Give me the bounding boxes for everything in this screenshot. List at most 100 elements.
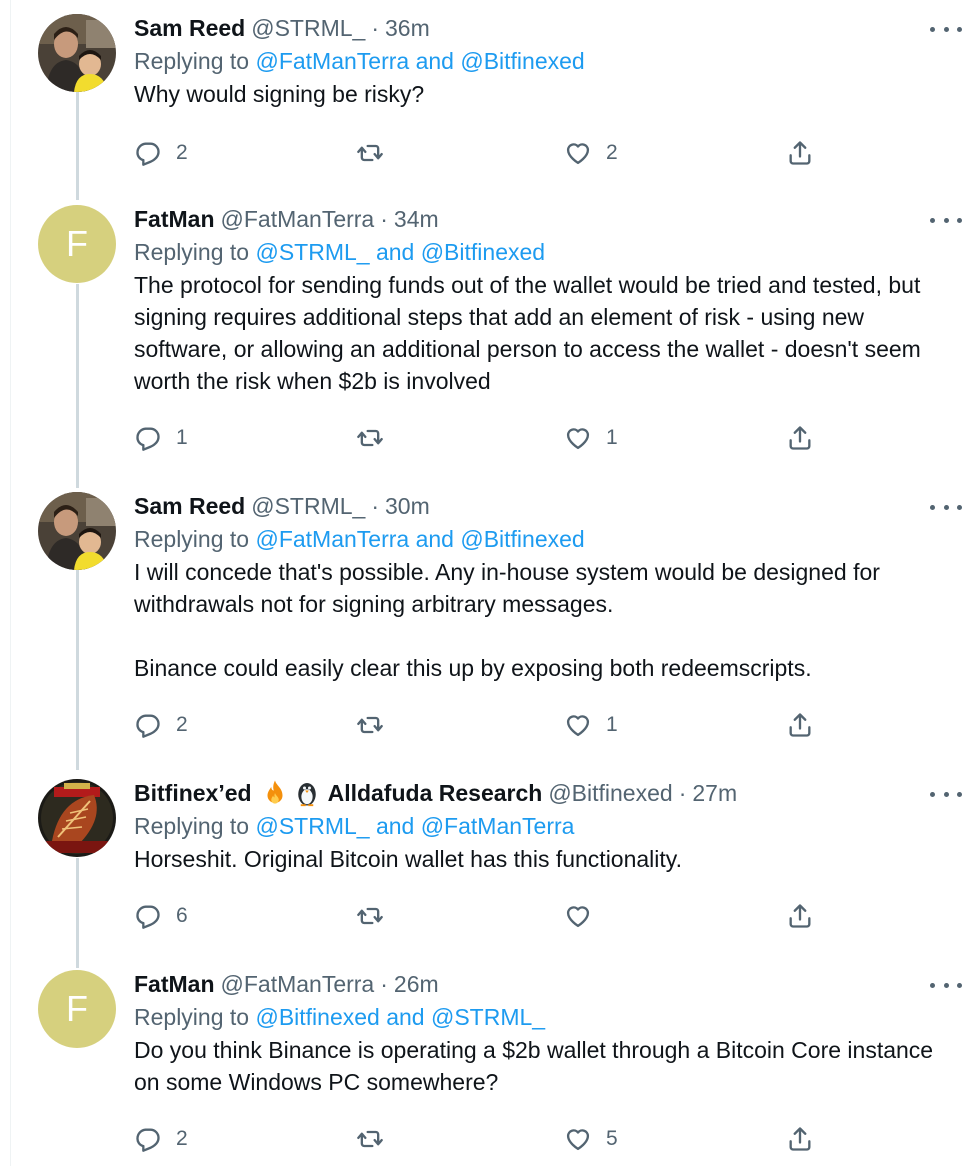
more-icon[interactable]: [930, 789, 962, 799]
share-button[interactable]: [786, 709, 814, 741]
retweet-button[interactable]: [356, 137, 398, 169]
avatar-initial: F: [38, 205, 116, 283]
reply-icon: [136, 905, 160, 929]
reply-icon: [136, 1128, 160, 1152]
replying-to-label: Replying to: [134, 48, 256, 74]
avatar[interactable]: [38, 492, 116, 570]
author-name-suffix[interactable]: Alldafuda Research: [328, 780, 543, 807]
timestamp[interactable]: 34m: [394, 206, 439, 233]
thread-line: [76, 570, 79, 770]
retweet-button[interactable]: [356, 709, 398, 741]
author-name[interactable]: Sam Reed: [134, 15, 245, 42]
like-count: 1: [606, 713, 618, 736]
separator-dot: ·: [380, 970, 388, 997]
retweet-button[interactable]: [356, 422, 398, 454]
avatar[interactable]: F: [38, 205, 116, 283]
timestamp[interactable]: 30m: [385, 493, 430, 520]
replying-to: Replying to @STRML_ and @Bitfinexed: [134, 235, 954, 269]
reply-button[interactable]: 2: [134, 1123, 188, 1155]
avatar[interactable]: [38, 779, 116, 857]
replying-to: Replying to @STRML_ and @FatManTerra: [134, 809, 954, 843]
tweet-text: Do you think Binance is operating a $2b …: [134, 1034, 954, 1098]
share-icon: [789, 426, 811, 450]
retweet-button[interactable]: [356, 1123, 398, 1155]
replying-to-label: Replying to: [134, 1004, 256, 1030]
svg-text:F: F: [66, 988, 88, 1029]
tweet-actions: 2 5: [134, 1123, 834, 1155]
share-icon: [789, 141, 811, 165]
more-icon[interactable]: [930, 215, 962, 225]
more-icon[interactable]: [930, 502, 962, 512]
tweet-text: Why would signing be risky?: [134, 78, 954, 110]
replying-to-links[interactable]: @FatManTerra and @Bitfinexed: [255, 48, 584, 74]
svg-text:F: F: [66, 223, 88, 264]
separator-dot: ·: [380, 205, 388, 232]
heart-icon: [566, 1129, 590, 1151]
tweet-paragraph: Why would signing be risky?: [134, 81, 425, 107]
more-icon[interactable]: [930, 24, 962, 34]
timestamp[interactable]: 36m: [385, 15, 430, 42]
replying-to-links[interactable]: @STRML_ and @FatManTerra: [255, 813, 574, 839]
like-count: 2: [606, 141, 618, 164]
like-button[interactable]: 1: [564, 422, 618, 454]
author-handle[interactable]: @FatManTerra: [221, 971, 375, 998]
tweet-text: Horseshit. Original Bitcoin wallet has t…: [134, 843, 954, 875]
author-handle[interactable]: @Bitfinexed: [548, 780, 672, 807]
replying-to-label: Replying to: [134, 813, 256, 839]
share-button[interactable]: [786, 422, 814, 454]
more-icon[interactable]: [930, 980, 962, 990]
replying-to-links[interactable]: @Bitfinexed and @STRML_: [255, 1004, 545, 1030]
like-button[interactable]: 2: [564, 137, 618, 169]
tweet-paragraph: Do you think Binance is operating a $2b …: [134, 1037, 934, 1095]
retweet-icon: [357, 144, 383, 162]
timestamp[interactable]: 26m: [394, 971, 439, 998]
author-name[interactable]: Sam Reed: [134, 493, 245, 520]
tweet-actions: 6: [134, 900, 834, 932]
timestamp[interactable]: 27m: [692, 780, 737, 807]
like-button[interactable]: 5: [564, 1123, 618, 1155]
thread-line: [76, 92, 79, 200]
thread-line: [76, 284, 79, 488]
tweet-paragraph: Binance could easily clear this up by ex…: [134, 655, 812, 681]
avatar-photo: [38, 492, 116, 570]
avatar-initial: F: [38, 970, 116, 1048]
reply-button[interactable]: 6: [134, 900, 188, 932]
reply-icon: [136, 142, 160, 166]
like-button[interactable]: [564, 900, 606, 932]
author-handle[interactable]: @STRML_: [251, 493, 365, 520]
replying-to-label: Replying to: [134, 526, 256, 552]
retweet-icon: [357, 907, 383, 925]
share-button[interactable]: [786, 1123, 814, 1155]
author-handle[interactable]: @STRML_: [251, 15, 365, 42]
thread-line: [76, 858, 79, 968]
reply-button[interactable]: 2: [134, 137, 188, 169]
author-name[interactable]: FatMan: [134, 971, 215, 998]
tweet-paragraph: I will concede that's possible. Any in-h…: [134, 559, 880, 617]
reply-button[interactable]: 1: [134, 422, 188, 454]
like-button[interactable]: 1: [564, 709, 618, 741]
replying-to-links[interactable]: @STRML_ and @Bitfinexed: [255, 239, 545, 265]
reply-button[interactable]: 2: [134, 709, 188, 741]
tweet-actions: 2 1: [134, 709, 834, 741]
share-icon: [789, 1127, 811, 1151]
share-icon: [789, 904, 811, 928]
retweet-button[interactable]: [356, 900, 398, 932]
heart-icon: [566, 143, 590, 165]
share-icon: [789, 713, 811, 737]
reply-icon: [136, 714, 160, 738]
author-name[interactable]: FatMan: [134, 206, 215, 233]
penguin-emoji-icon: [292, 778, 322, 808]
avatar[interactable]: F: [38, 970, 116, 1048]
share-button[interactable]: [786, 137, 814, 169]
tweet-paragraph: The protocol for sending funds out of th…: [134, 272, 921, 394]
replying-to-links[interactable]: @FatManTerra and @Bitfinexed: [255, 526, 584, 552]
heart-icon: [566, 906, 590, 928]
separator-dot: ·: [371, 14, 379, 41]
tweet-text: The protocol for sending funds out of th…: [134, 269, 954, 397]
reply-icon: [136, 427, 160, 451]
author-name[interactable]: Bitfinex’ed: [134, 780, 252, 807]
author-handle[interactable]: @FatManTerra: [221, 206, 375, 233]
avatar[interactable]: [38, 14, 116, 92]
share-button[interactable]: [786, 900, 814, 932]
fire-emoji-icon: [260, 778, 290, 808]
